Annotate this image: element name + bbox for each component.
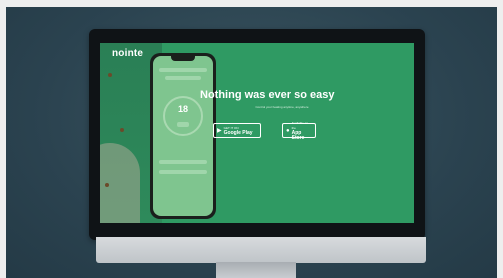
phone-controls-bar bbox=[165, 76, 201, 80]
desk-scene: nointe 18 Nothing was ever so easy Contr… bbox=[6, 7, 497, 278]
phone-screen: 18 bbox=[153, 56, 213, 216]
google-play-button[interactable]: ▶ GET IT ON Google Play bbox=[213, 123, 261, 138]
monitor-chin bbox=[96, 237, 426, 263]
hero-headline: Nothing was ever so easy bbox=[200, 89, 335, 101]
google-button-label: Google Play bbox=[223, 129, 253, 136]
leaf-decoration bbox=[108, 73, 112, 77]
thermostat-temperature: 18 bbox=[177, 104, 188, 114]
hero-subtext: Control your heating anytime, anywhere bbox=[255, 105, 309, 109]
monitor-stand bbox=[216, 262, 296, 278]
app-store-button[interactable]: ● Available on the App Store bbox=[282, 120, 316, 141]
apple-icon: ● bbox=[286, 127, 290, 134]
phone-bottom-bar bbox=[159, 170, 207, 174]
phone-mockup: 18 bbox=[150, 53, 216, 219]
phone-bottom-bar bbox=[159, 160, 207, 164]
thermostat-dial bbox=[163, 96, 203, 136]
leaf-decoration bbox=[120, 128, 124, 132]
apple-button-small: Available on the bbox=[291, 120, 308, 130]
brand-logo[interactable]: nointe bbox=[112, 48, 143, 59]
phone-notch bbox=[171, 56, 195, 61]
apple-button-label: App Store bbox=[291, 129, 305, 141]
leaf-decoration bbox=[105, 183, 109, 187]
imac-monitor: nointe 18 Nothing was ever so easy Contr… bbox=[89, 29, 425, 240]
play-store-icon: ▶ bbox=[217, 127, 222, 134]
thermostat-mode-icon bbox=[177, 122, 189, 127]
phone-header-bar bbox=[159, 68, 207, 72]
website-screen: nointe 18 Nothing was ever so easy Contr… bbox=[100, 43, 414, 223]
